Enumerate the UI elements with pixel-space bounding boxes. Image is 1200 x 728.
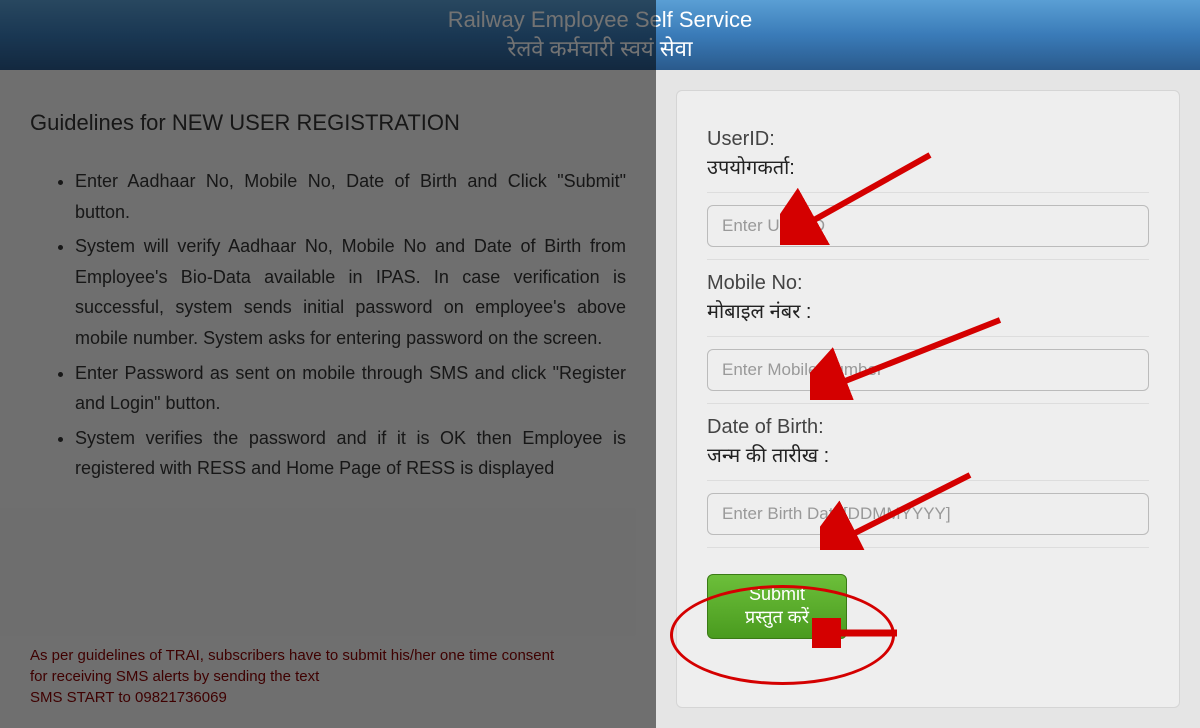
userid-input-row xyxy=(707,193,1149,260)
page-header: Railway Employee Self Service रेलवे कर्म… xyxy=(0,0,1200,70)
guidelines-panel: Guidelines for NEW USER REGISTRATION Ent… xyxy=(0,70,656,728)
form-panel: UserID: उपयोगकर्ता: Mobile No: मोबाइल नं… xyxy=(656,70,1200,728)
guidelines-list: Enter Aadhaar No, Mobile No, Date of Bir… xyxy=(30,166,626,625)
guideline-item: Enter Aadhaar No, Mobile No, Date of Bir… xyxy=(75,166,626,227)
guideline-item: System verifies the password and if it i… xyxy=(75,423,626,484)
submit-label-hi: प्रस्तुत करें xyxy=(732,606,822,629)
guideline-item: Enter Password as sent on mobile through… xyxy=(75,358,626,419)
dob-label-hi: जन्म की तारीख : xyxy=(707,441,1149,468)
userid-label-row: UserID: उपयोगकर्ता: xyxy=(707,116,1149,193)
userid-label-hi: उपयोगकर्ता: xyxy=(707,153,1149,180)
dob-label-en: Date of Birth: xyxy=(707,416,1149,439)
submit-row: Submit प्रस्तुत करें xyxy=(707,548,1149,651)
submit-button[interactable]: Submit प्रस्तुत करें xyxy=(707,574,847,639)
dob-label-row: Date of Birth: जन्म की तारीख : xyxy=(707,404,1149,481)
trai-line1: As per guidelines of TRAI, subscribers h… xyxy=(30,645,626,666)
trai-line3: SMS START to 09821736069 xyxy=(30,687,626,708)
header-title-hi: रेलवे कर्मचारी स्वयं सेवा xyxy=(507,33,692,63)
guideline-item: System will verify Aadhaar No, Mobile No… xyxy=(75,231,626,353)
content-wrapper: Guidelines for NEW USER REGISTRATION Ent… xyxy=(0,70,1200,728)
mobile-input[interactable] xyxy=(707,349,1149,391)
registration-form: UserID: उपयोगकर्ता: Mobile No: मोबाइल नं… xyxy=(676,90,1180,708)
mobile-label-hi: मोबाइल नंबर : xyxy=(707,297,1149,324)
trai-line2: for receiving SMS alerts by sending the … xyxy=(30,666,626,687)
trai-notice: As per guidelines of TRAI, subscribers h… xyxy=(30,625,626,708)
header-title-en: Railway Employee Self Service xyxy=(448,7,752,33)
mobile-label-en: Mobile No: xyxy=(707,272,1149,295)
userid-label-en: UserID: xyxy=(707,128,1149,151)
submit-label-en: Submit xyxy=(732,583,822,606)
guidelines-title: Guidelines for NEW USER REGISTRATION xyxy=(30,110,626,136)
dob-input[interactable] xyxy=(707,493,1149,535)
dob-input-row xyxy=(707,481,1149,548)
userid-input[interactable] xyxy=(707,205,1149,247)
mobile-label-row: Mobile No: मोबाइल नंबर : xyxy=(707,260,1149,337)
mobile-input-row xyxy=(707,337,1149,404)
